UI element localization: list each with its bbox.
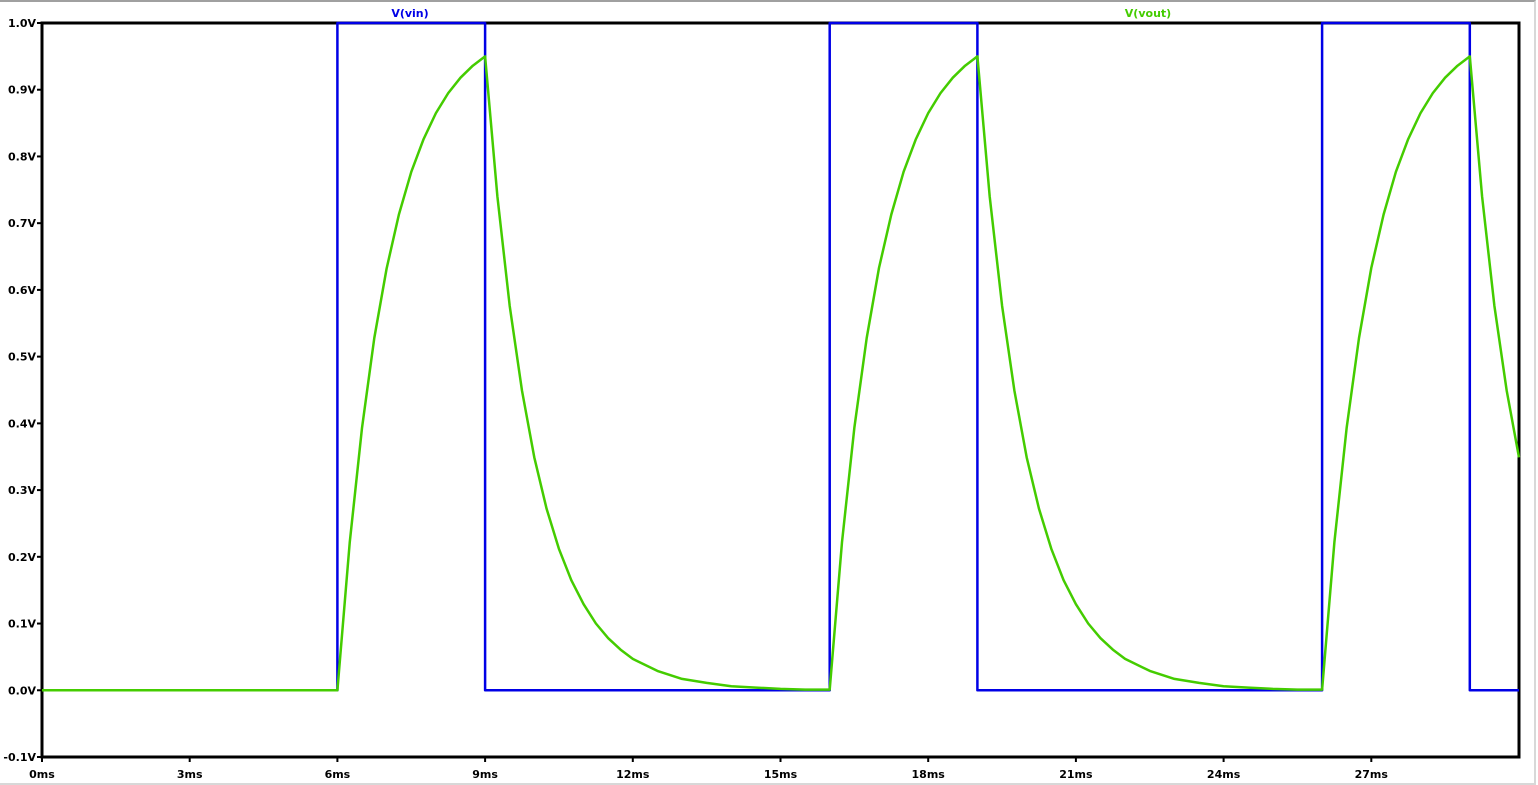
y-tick-label: 0.0V	[8, 684, 36, 697]
x-tick-label: 27ms	[1355, 768, 1389, 781]
y-tick-label: 0.9V	[8, 84, 36, 97]
x-tick-label: 3ms	[177, 768, 203, 781]
x-tick-label: 12ms	[616, 768, 650, 781]
y-tick-label: 0.4V	[8, 417, 36, 430]
y-tick-label: 0.2V	[8, 551, 36, 564]
x-tick-label: 15ms	[764, 768, 798, 781]
y-tick-label: 0.8V	[8, 150, 36, 163]
y-tick-label: 0.6V	[8, 284, 36, 297]
y-tick-label: -0.1V	[3, 751, 36, 764]
x-tick-label: 0ms	[29, 768, 55, 781]
plot-frame	[40, 21, 1521, 759]
waveform-chart[interactable]: 1.0V 0.9V 0.8V 0.7V 0.6V 0.5V 0.4V 0.3V 0.2V 0.1V…	[0, 0, 1538, 785]
y-tick-label: 0.7V	[8, 217, 36, 230]
trace-vvout	[42, 55, 1521, 692]
y-tick-label: 1.0V	[8, 17, 36, 30]
x-tick-label: 6ms	[325, 768, 351, 781]
x-tick-label: 21ms	[1059, 768, 1093, 781]
x-tick-label: 18ms	[912, 768, 946, 781]
y-tick-label: 0.5V	[8, 351, 36, 364]
legend-label-vvout[interactable]: V(vout)	[1125, 7, 1171, 20]
x-tick-label: 24ms	[1207, 768, 1241, 781]
y-tick-label: 0.1V	[8, 618, 36, 631]
legend-label-vvin[interactable]: V(vin)	[391, 7, 428, 20]
y-tick-label: 0.3V	[8, 484, 36, 497]
x-tick-label: 9ms	[472, 768, 498, 781]
trace-vvin	[42, 21, 1519, 692]
